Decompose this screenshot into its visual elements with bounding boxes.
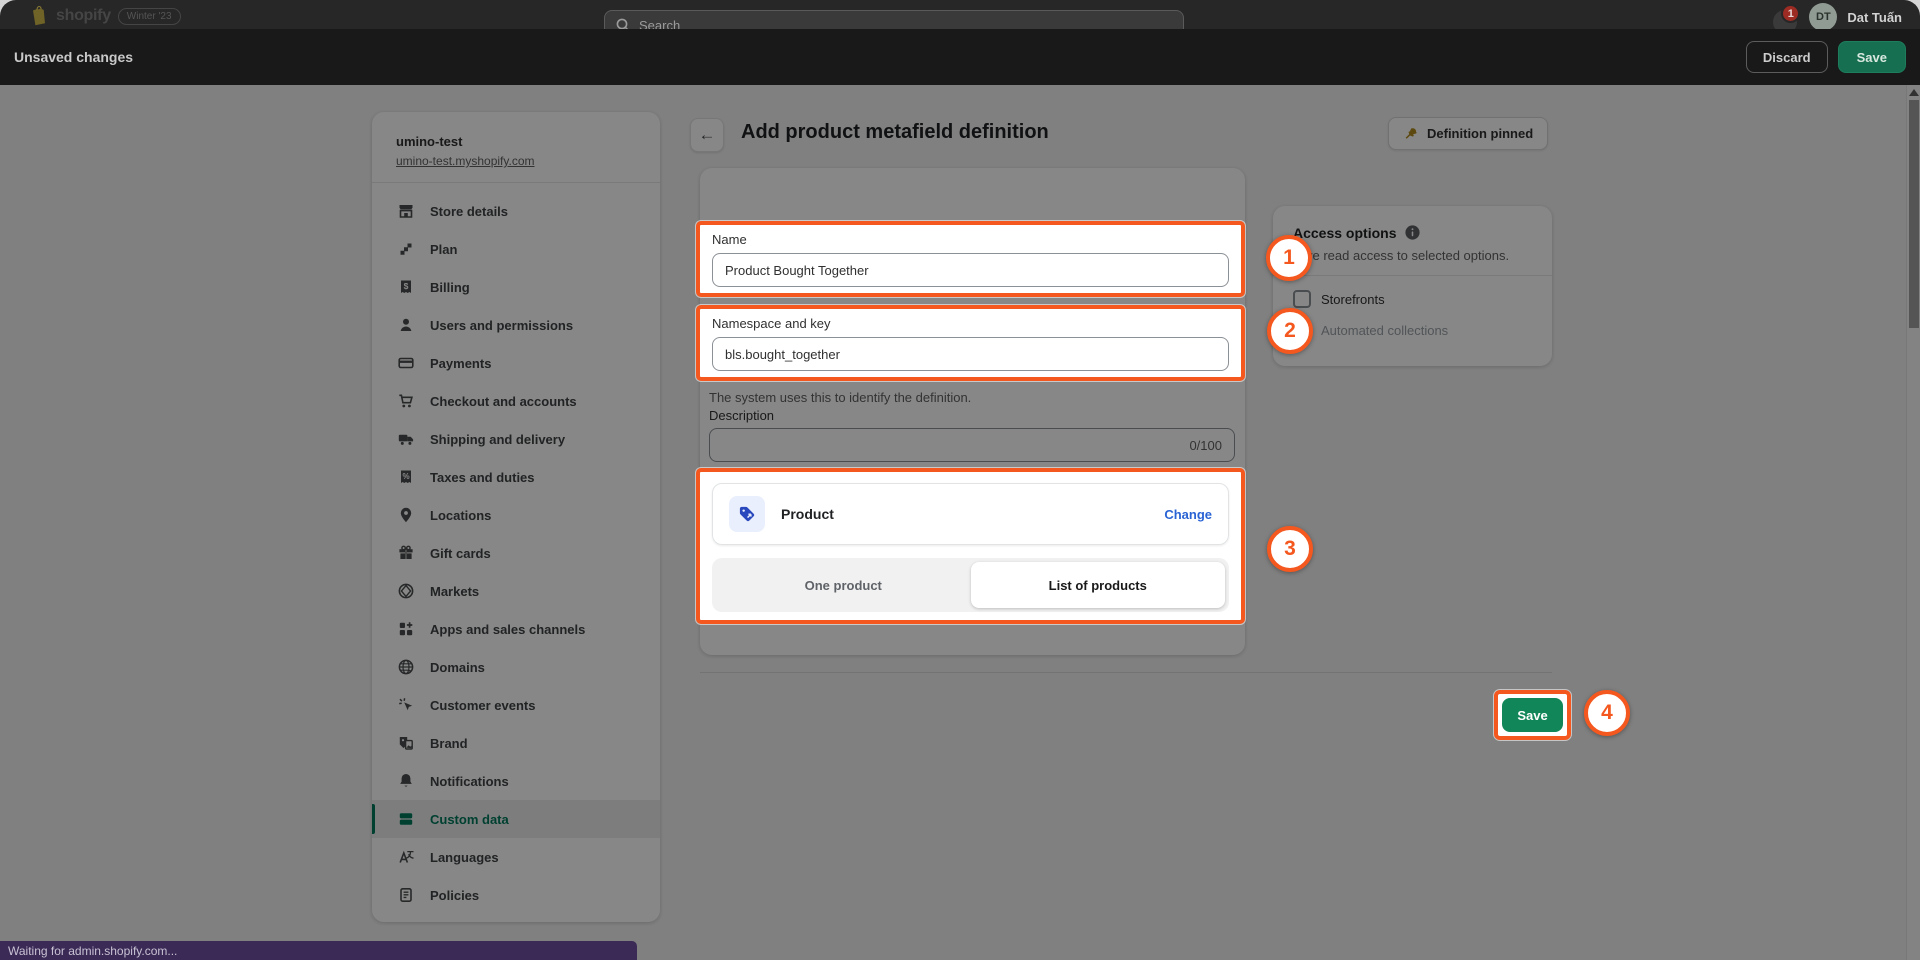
namespace-label: Namespace and key: [712, 316, 1229, 331]
name-field-highlight: Name: [696, 221, 1245, 297]
notifications-button[interactable]: 1: [1773, 4, 1799, 30]
shopify-admin-window: shopify Winter '23 Search 1 DT Dat Tuấn …: [0, 0, 1920, 960]
shopify-wordmark: shopify: [56, 7, 111, 25]
browser-status-bar: Waiting for admin.shopify.com...: [0, 941, 637, 960]
content-type-name: Product: [781, 506, 1148, 522]
namespace-input[interactable]: [712, 337, 1229, 371]
content-type-row: Product Change: [712, 483, 1229, 545]
name-label: Name: [712, 232, 1229, 247]
change-link[interactable]: Change: [1164, 507, 1212, 522]
discard-button[interactable]: Discard: [1746, 41, 1828, 73]
namespace-field-highlight: Namespace and key: [696, 305, 1245, 381]
topbar-save-button[interactable]: Save: [1838, 41, 1906, 73]
shopify-bag-icon: [29, 4, 49, 28]
segment-option-one-product[interactable]: One product: [716, 562, 971, 608]
unsaved-changes-label: Unsaved changes: [14, 49, 133, 65]
save-button-highlight: Save: [1494, 690, 1571, 740]
admin-topbar: shopify Winter '23 Search 1 DT Dat Tuấn: [0, 0, 1920, 29]
annotation-step-4: 4: [1584, 690, 1630, 736]
content-type-highlight: Product Change One productList of produc…: [696, 468, 1245, 624]
avatar[interactable]: DT: [1809, 3, 1837, 31]
save-button[interactable]: Save: [1502, 698, 1563, 732]
name-input[interactable]: [712, 253, 1229, 287]
annotation-step-2: 2: [1267, 308, 1313, 354]
notification-badge: 1: [1781, 4, 1800, 23]
unsaved-changes-bar: Unsaved changes Discard Save: [0, 29, 1920, 85]
annotation-step-1: 1: [1266, 235, 1312, 281]
version-badge: Winter '23: [118, 8, 181, 25]
product-reference-icon: [729, 496, 765, 532]
annotation-step-3: 3: [1267, 526, 1313, 572]
user-name: Dat Tuấn: [1847, 10, 1902, 25]
status-text: Waiting for admin.shopify.com...: [8, 944, 177, 958]
shopify-logo[interactable]: shopify Winter '23: [29, 4, 181, 28]
segment-option-list-of-products[interactable]: List of products: [971, 562, 1226, 608]
product-cardinality-segmented: One productList of products: [712, 558, 1229, 612]
